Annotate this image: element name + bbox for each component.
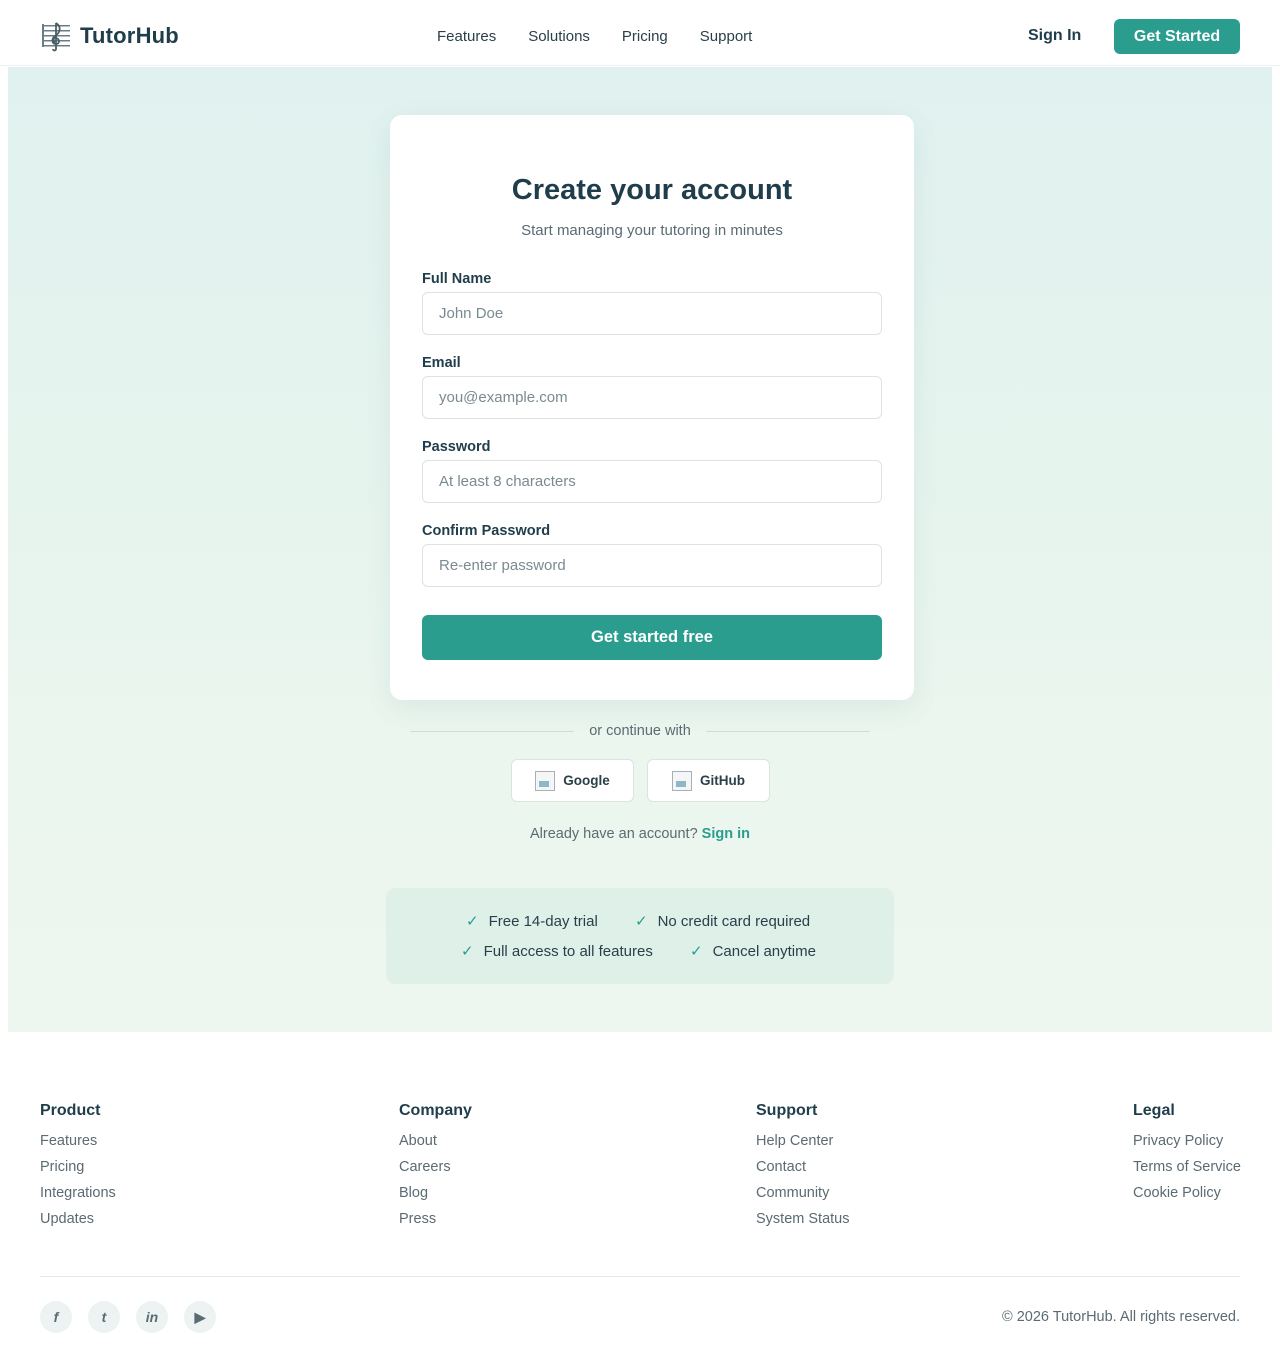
signin-prompt-text: Already have an account? (529, 826, 698, 842)
email-field[interactable] (422, 376, 882, 419)
benefit-text: No credit card required (657, 912, 811, 930)
github-icon (672, 770, 692, 791)
check-icon: ✓ (635, 913, 648, 930)
page-subtitle: Start managing your tutoring in minutes (521, 222, 783, 239)
twitter-icon[interactable]: t (88, 1301, 120, 1333)
footer-column-legal: Legal Privacy Policy Terms of Service Co… (1133, 1102, 1241, 1211)
get-started-button[interactable]: Get Started (1114, 19, 1240, 54)
brand-name: TutorHub (80, 23, 179, 48)
footer-link[interactable]: Help Center (756, 1133, 849, 1159)
benefit-item: ✓ Cancel anytime (690, 942, 816, 961)
check-icon: ✓ (690, 943, 703, 960)
site-footer: Product Features Pricing Integrations Up… (0, 1033, 1280, 1365)
footer-link[interactable]: Community (756, 1185, 849, 1211)
footer-link[interactable]: Blog (399, 1185, 472, 1211)
footer-link[interactable]: Contact (756, 1159, 849, 1185)
google-label: Google (563, 773, 610, 788)
github-label: GitHub (700, 773, 745, 788)
footer-column-support: Support Help Center Contact Community Sy… (756, 1102, 849, 1237)
nav-item-solutions[interactable]: Solutions (528, 28, 590, 45)
footer-column-product: Product Features Pricing Integrations Up… (40, 1102, 116, 1237)
footer-link[interactable]: Pricing (40, 1159, 116, 1185)
google-button[interactable]: Google (511, 759, 634, 802)
confirm-password-label: Confirm Password (422, 523, 551, 539)
footer-link[interactable]: Features (40, 1133, 116, 1159)
footer-link[interactable]: Press (399, 1211, 472, 1237)
facebook-icon[interactable]: f (40, 1301, 72, 1333)
footer-link[interactable]: Careers (399, 1159, 472, 1185)
footer-column-title: Product (40, 1102, 101, 1119)
benefit-item: ✓ No credit card required (635, 912, 811, 931)
benefit-text: Full access to all features (483, 942, 653, 960)
confirm-password-field[interactable] (422, 544, 882, 587)
full-name-field[interactable] (422, 292, 882, 335)
benefits-box: ✓ Free 14-day trial ✓ No credit card req… (386, 888, 894, 984)
password-field[interactable] (422, 460, 882, 503)
password-label: Password (422, 439, 491, 455)
music-note-icon (40, 20, 72, 52)
copyright-text: © 2026 TutorHub. All rights reserved. (1002, 1309, 1240, 1325)
footer-column-company: Company About Careers Blog Press (399, 1102, 472, 1237)
footer-column-title: Support (756, 1102, 818, 1119)
signin-prompt: Already have an account? Sign in (8, 826, 1272, 842)
top-navbar: TutorHub Features Solutions Pricing Supp… (0, 0, 1280, 66)
google-icon (535, 770, 556, 791)
linkedin-icon[interactable]: in (136, 1301, 168, 1333)
github-button[interactable]: GitHub (647, 759, 770, 802)
footer-link[interactable]: Terms of Service (1133, 1159, 1241, 1185)
check-icon: ✓ (461, 943, 474, 960)
nav-item-features[interactable]: Features (437, 28, 496, 45)
signup-section: Create your account Start managing your … (8, 67, 1272, 1032)
footer-link[interactable]: System Status (756, 1211, 849, 1237)
nav-item-support[interactable]: Support (700, 28, 753, 45)
sign-in-link[interactable]: Sign In (1028, 27, 1081, 45)
oauth-divider-text: or continue with (589, 723, 691, 739)
footer-divider (40, 1276, 1240, 1277)
footer-column-title: Company (399, 1102, 472, 1119)
check-icon: ✓ (466, 913, 479, 930)
footer-link[interactable]: Privacy Policy (1133, 1133, 1241, 1159)
signin-link[interactable]: Sign in (702, 826, 750, 842)
brand-logo[interactable]: TutorHub (40, 20, 179, 52)
footer-link[interactable]: Updates (40, 1211, 116, 1237)
page-title: Create your account (511, 174, 793, 206)
footer-link[interactable]: About (399, 1133, 472, 1159)
benefit-text: Cancel anytime (712, 942, 816, 960)
footer-column-title: Legal (1133, 1102, 1175, 1119)
benefit-item: ✓ Free 14-day trial (466, 912, 598, 931)
full-name-label: Full Name (422, 271, 492, 287)
main-nav: Features Solutions Pricing Support (437, 28, 752, 45)
signup-card: Create your account Start managing your … (390, 115, 914, 700)
nav-item-pricing[interactable]: Pricing (622, 28, 668, 45)
footer-link[interactable]: Cookie Policy (1133, 1185, 1241, 1211)
email-label: Email (422, 355, 461, 371)
footer-link[interactable]: Integrations (40, 1185, 116, 1211)
benefit-text: Free 14-day trial (488, 912, 598, 930)
benefit-item: ✓ Full access to all features (461, 942, 653, 961)
submit-button[interactable]: Get started free (422, 615, 882, 660)
youtube-icon[interactable]: ▶ (184, 1301, 216, 1333)
